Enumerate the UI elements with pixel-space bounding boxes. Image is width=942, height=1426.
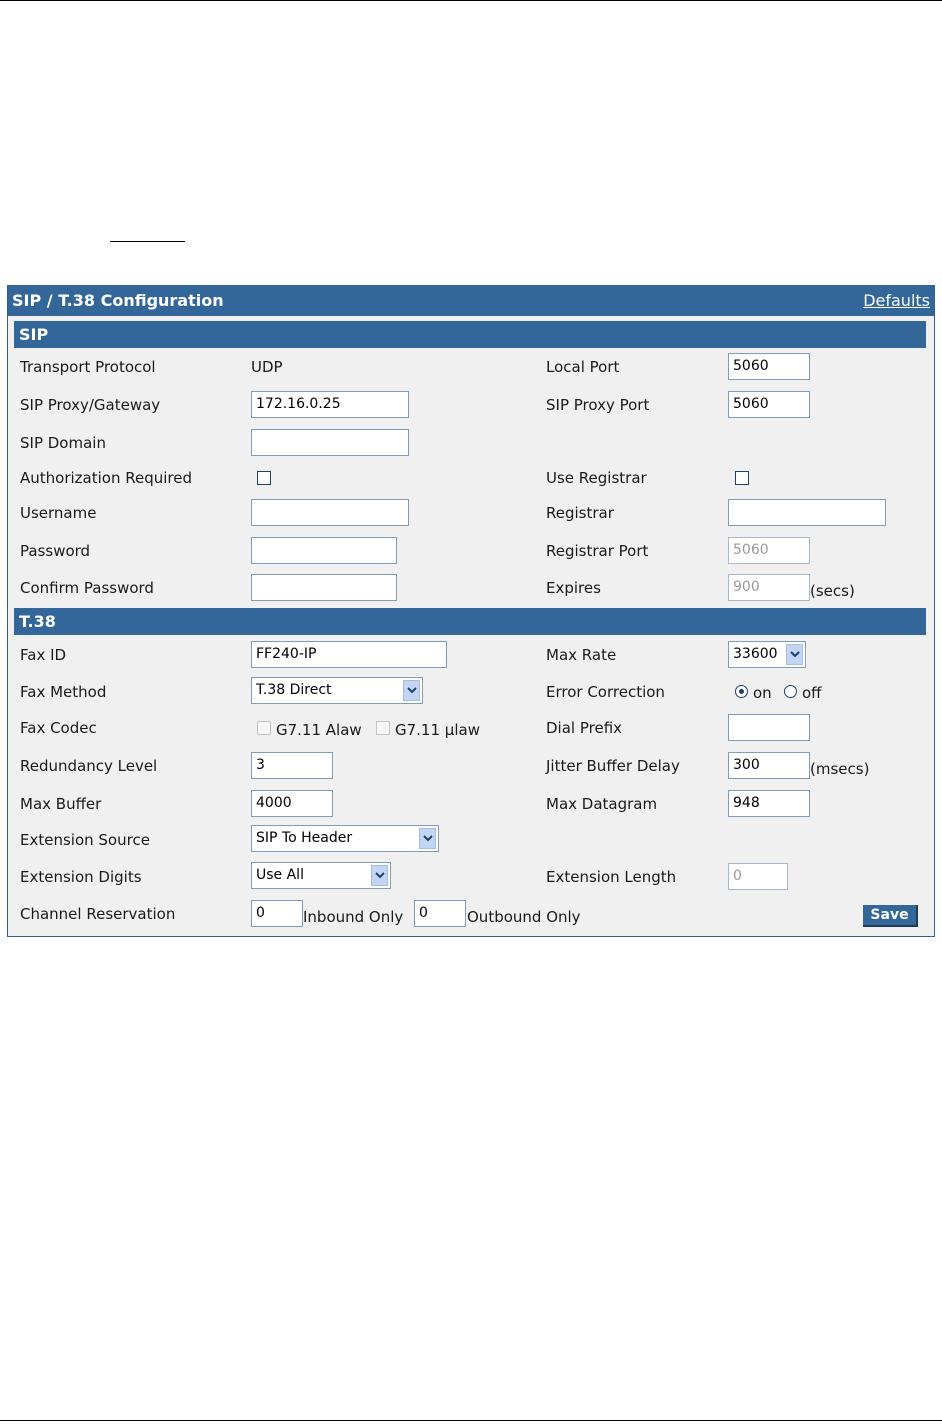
sip-proxy-port-label: SIP Proxy Port xyxy=(546,396,650,414)
chevron-down-icon[interactable] xyxy=(403,680,420,701)
max-datagram-input[interactable]: 948 xyxy=(728,790,810,817)
max-rate-selected: 33600 xyxy=(733,646,778,662)
error-correction-off-label: off xyxy=(802,684,822,702)
extension-digits-select[interactable]: Use All xyxy=(251,862,391,889)
panel-title: SIP / T.38 Configuration xyxy=(12,291,224,310)
use-registrar-label: Use Registrar xyxy=(546,469,647,487)
fax-method-label: Fax Method xyxy=(20,683,107,701)
expires-input[interactable]: 900 xyxy=(728,574,810,601)
jitter-buffer-delay-input[interactable]: 300 xyxy=(728,752,810,779)
confirm-password-label: Confirm Password xyxy=(20,579,154,597)
error-correction-on-radio[interactable] xyxy=(735,685,748,698)
chevron-down-icon[interactable] xyxy=(786,644,803,665)
sip-domain-input[interactable] xyxy=(251,429,409,456)
registrar-input[interactable] xyxy=(728,499,886,526)
outbound-only-label: Outbound Only xyxy=(467,908,581,926)
authorization-required-label: Authorization Required xyxy=(20,469,192,487)
sip-t38-config-panel: SIP / T.38 Configuration Defaults SIP Tr… xyxy=(7,285,935,937)
save-button[interactable]: Save xyxy=(863,905,918,927)
max-buffer-input[interactable]: 4000 xyxy=(251,790,333,817)
g711-ulaw-checkbox[interactable] xyxy=(376,721,390,735)
fax-id-input[interactable]: FF240-IP xyxy=(251,641,447,668)
max-rate-select[interactable]: 33600 xyxy=(728,641,806,668)
extension-digits-label: Extension Digits xyxy=(20,868,142,886)
outbound-only-input[interactable]: 0 xyxy=(414,900,466,927)
g711-ulaw-label: G7.11 µlaw xyxy=(395,721,480,739)
confirm-password-input[interactable] xyxy=(251,574,397,601)
extension-digits-selected: Use All xyxy=(256,867,304,883)
fax-id-label: Fax ID xyxy=(20,646,67,664)
page-top-rule xyxy=(0,0,942,1)
sip-section-header: SIP xyxy=(14,321,926,348)
panel-header: SIP / T.38 Configuration Defaults xyxy=(8,286,934,316)
jitter-buffer-delay-unit: (msecs) xyxy=(810,760,870,778)
local-port-input[interactable]: 5060 xyxy=(728,353,810,380)
password-label: Password xyxy=(20,542,91,560)
transport-protocol-label: Transport Protocol xyxy=(20,358,156,376)
inbound-only-label: Inbound Only xyxy=(303,908,404,926)
local-port-label: Local Port xyxy=(546,358,620,376)
expires-label: Expires xyxy=(546,579,601,597)
g711-alaw-checkbox[interactable] xyxy=(257,721,271,735)
t38-section-header: T.38 xyxy=(14,608,926,635)
expires-unit: (secs) xyxy=(810,582,855,600)
page-bottom-rule xyxy=(0,1420,942,1421)
channel-reservation-label: Channel Reservation xyxy=(20,905,176,923)
g711-alaw-label: G7.11 Alaw xyxy=(276,721,362,739)
underline-mark xyxy=(110,241,185,242)
sip-domain-label: SIP Domain xyxy=(20,434,106,452)
sip-proxy-port-input[interactable]: 5060 xyxy=(728,391,810,418)
registrar-label: Registrar xyxy=(546,504,614,522)
fax-method-select[interactable]: T.38 Direct xyxy=(251,677,423,704)
redundancy-level-label: Redundancy Level xyxy=(20,757,158,775)
transport-protocol-value: UDP xyxy=(251,358,283,376)
registrar-port-label: Registrar Port xyxy=(546,542,649,560)
dial-prefix-input[interactable] xyxy=(728,714,810,741)
max-buffer-label: Max Buffer xyxy=(20,795,102,813)
registrar-port-input[interactable]: 5060 xyxy=(728,537,810,564)
defaults-link[interactable]: Defaults xyxy=(863,291,930,310)
password-input[interactable] xyxy=(251,537,397,564)
extension-source-selected: SIP To Header xyxy=(256,830,353,846)
use-registrar-checkbox[interactable] xyxy=(735,471,749,485)
fax-method-selected: T.38 Direct xyxy=(256,682,332,698)
max-rate-label: Max Rate xyxy=(546,646,617,664)
chevron-down-icon[interactable] xyxy=(419,828,436,849)
error-correction-on-label: on xyxy=(753,684,772,702)
sip-proxy-gateway-label: SIP Proxy/Gateway xyxy=(20,396,161,414)
extension-source-label: Extension Source xyxy=(20,831,150,849)
error-correction-off-radio[interactable] xyxy=(784,685,797,698)
extension-source-select[interactable]: SIP To Header xyxy=(251,825,439,852)
extension-length-label: Extension Length xyxy=(546,868,677,886)
max-datagram-label: Max Datagram xyxy=(546,795,658,813)
extension-length-input[interactable]: 0 xyxy=(728,863,788,890)
inbound-only-input[interactable]: 0 xyxy=(251,900,303,927)
redundancy-level-input[interactable]: 3 xyxy=(251,752,333,779)
authorization-required-checkbox[interactable] xyxy=(257,471,271,485)
sip-proxy-gateway-input[interactable]: 172.16.0.25 xyxy=(251,391,409,418)
error-correction-label: Error Correction xyxy=(546,683,665,701)
username-input[interactable] xyxy=(251,499,409,526)
fax-codec-label: Fax Codec xyxy=(20,719,97,737)
dial-prefix-label: Dial Prefix xyxy=(546,719,623,737)
username-label: Username xyxy=(20,504,97,522)
chevron-down-icon[interactable] xyxy=(371,865,388,886)
jitter-buffer-delay-label: Jitter Buffer Delay xyxy=(546,757,680,775)
